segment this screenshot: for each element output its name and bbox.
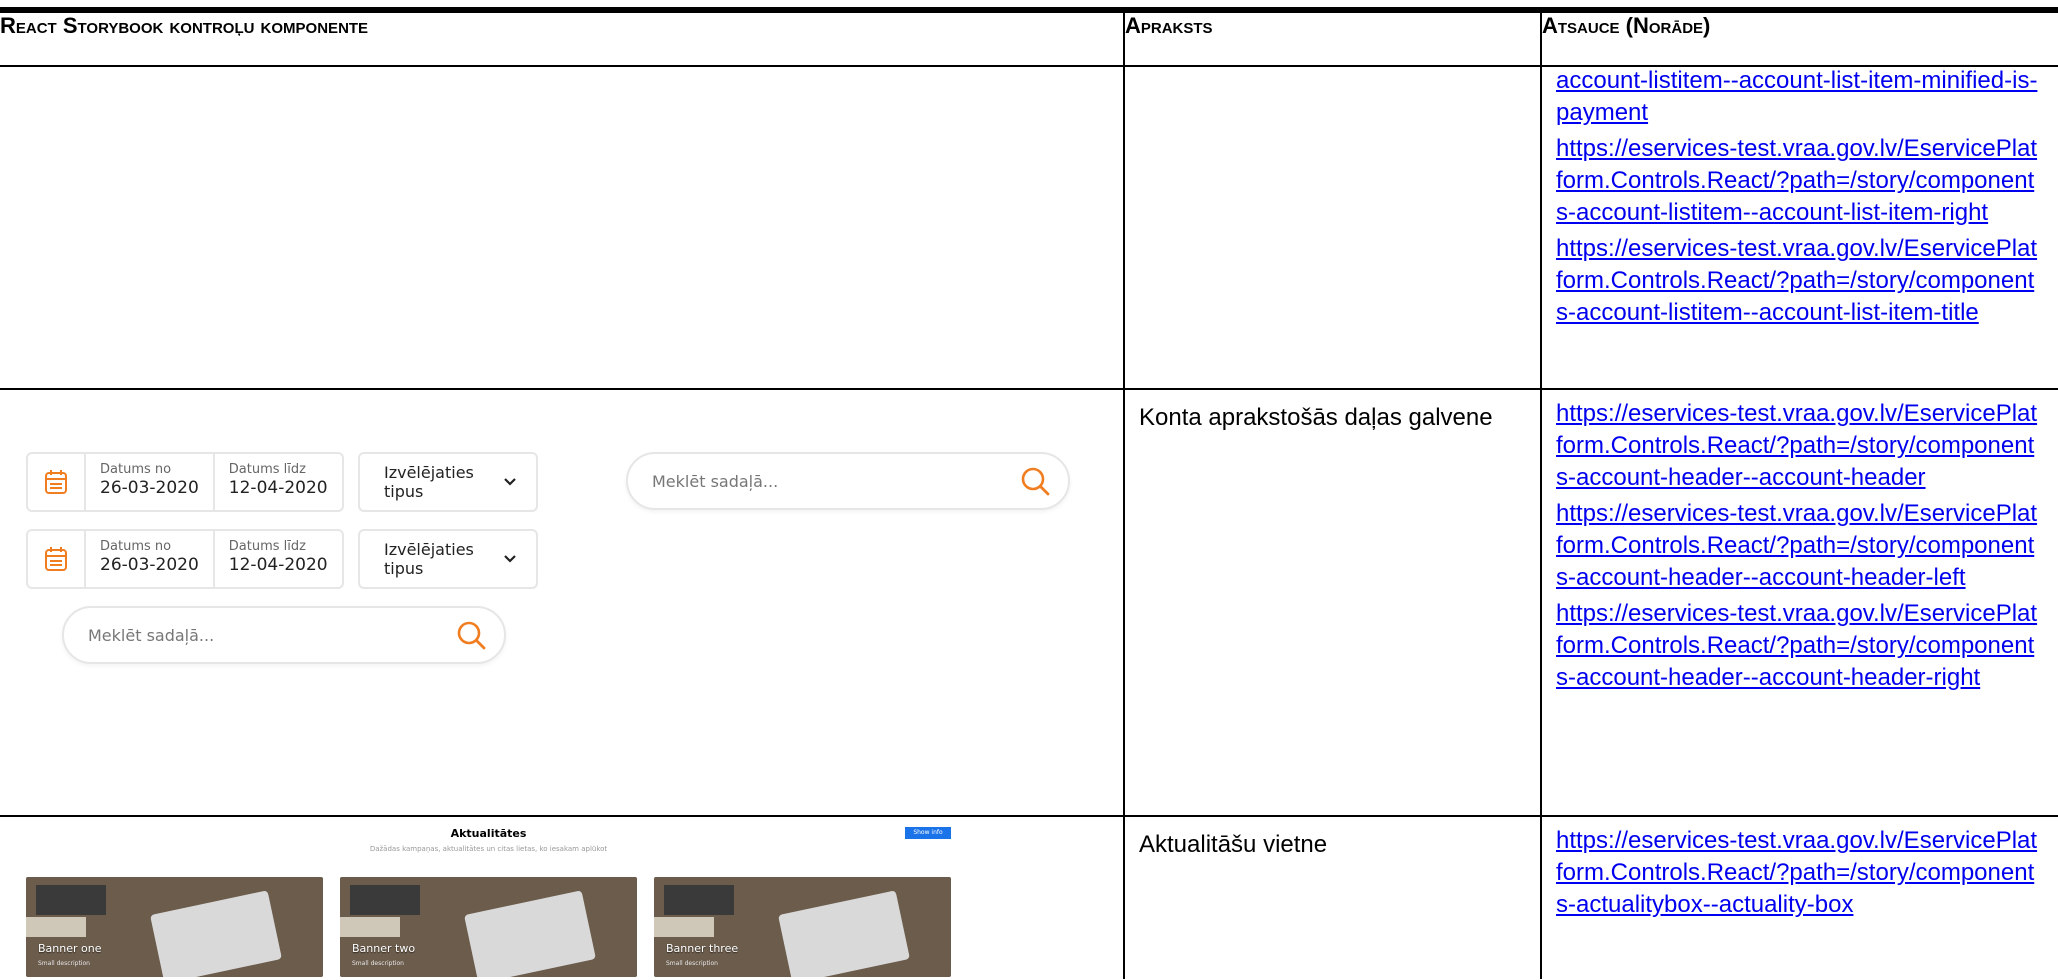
show-info-button[interactable]: Show info xyxy=(905,827,951,839)
date-range-filter[interactable]: Datums no 26-03-2020 Datums līdz 12-04-2… xyxy=(26,452,344,512)
chevron-down-icon xyxy=(504,472,516,491)
date-to-field[interactable]: Datums līdz 12-04-2020 xyxy=(212,454,342,510)
date-range-filter[interactable]: Datums no 26-03-2020 Datums līdz 12-04-2… xyxy=(26,529,344,589)
type-select[interactable]: Izvēlējaties tipus xyxy=(358,452,538,512)
header-row: React Storybook kontroļu komponente Apra… xyxy=(0,11,2058,67)
table-row: account-listitem--account-list-item-mini… xyxy=(0,65,2058,390)
type-select[interactable]: Izvēlējaties tipus xyxy=(358,529,538,589)
description-cell: Konta aprakstošās daļas galvene xyxy=(1123,388,1542,817)
search-input[interactable]: Meklēt sadaļā... xyxy=(626,452,1070,510)
calendar-icon xyxy=(28,454,84,510)
table-row: Datums no 26-03-2020 Datums līdz 12-04-2… xyxy=(0,388,2058,817)
search-input[interactable]: Meklēt sadaļā... xyxy=(62,606,506,664)
story-link[interactable]: https://eservices-test.vraa.gov.lv/Eserv… xyxy=(1556,233,2042,329)
banner-card[interactable]: Banner two Small description xyxy=(340,877,637,977)
description-cell xyxy=(1123,65,1542,390)
table-row: Aktualitātes Dažādas kampaņas, aktualitā… xyxy=(0,815,2058,979)
story-link[interactable]: https://eservices-test.vraa.gov.lv/Eserv… xyxy=(1556,598,2042,694)
actuality-subtitle: Dažādas kampaņas, aktualitātes un citas … xyxy=(369,845,608,853)
story-link[interactable]: https://eservices-test.vraa.gov.lv/Eserv… xyxy=(1556,498,2042,594)
search-icon xyxy=(456,620,486,654)
component-cell xyxy=(0,65,1125,390)
component-cell: Datums no 26-03-2020 Datums līdz 12-04-2… xyxy=(0,388,1125,817)
header-description: Apraksts xyxy=(1123,11,1542,67)
date-from-field[interactable]: Datums no 26-03-2020 xyxy=(84,454,213,510)
story-link[interactable]: https://eservices-test.vraa.gov.lv/Eserv… xyxy=(1556,825,2042,921)
header-component: React Storybook kontroļu komponente xyxy=(0,11,1125,67)
story-link[interactable]: account-listitem--account-list-item-mini… xyxy=(1556,65,2042,129)
date-to-field[interactable]: Datums līdz 12-04-2020 xyxy=(212,531,342,587)
calendar-icon xyxy=(28,531,84,587)
chevron-down-icon xyxy=(504,549,516,568)
banner-card[interactable]: Banner one Small description xyxy=(26,877,323,977)
banner-card[interactable]: Banner three Small description xyxy=(654,877,951,977)
actuality-box-preview: Aktualitātes Dažādas kampaņas, aktualitā… xyxy=(0,817,1123,979)
date-from-field[interactable]: Datums no 26-03-2020 xyxy=(84,531,213,587)
header-reference: Atsauce (Norāde) xyxy=(1540,11,2058,67)
component-cell: Aktualitātes Dažādas kampaņas, aktualitā… xyxy=(0,815,1125,979)
search-icon xyxy=(1020,466,1050,500)
reference-cell: https://eservices-test.vraa.gov.lv/Eserv… xyxy=(1540,815,2058,979)
reference-cell: https://eservices-test.vraa.gov.lv/Eserv… xyxy=(1540,388,2058,817)
description-cell: Aktualitāšu vietne xyxy=(1123,815,1542,979)
components-table: React Storybook kontroļu komponente Apra… xyxy=(0,11,2058,979)
story-link[interactable]: https://eservices-test.vraa.gov.lv/Eserv… xyxy=(1556,133,2042,229)
account-header-preview: Datums no 26-03-2020 Datums līdz 12-04-2… xyxy=(0,390,1123,815)
actuality-title: Aktualitātes xyxy=(450,827,527,840)
story-link[interactable]: https://eservices-test.vraa.gov.lv/Eserv… xyxy=(1556,398,2042,494)
reference-cell: account-listitem--account-list-item-mini… xyxy=(1540,65,2058,390)
